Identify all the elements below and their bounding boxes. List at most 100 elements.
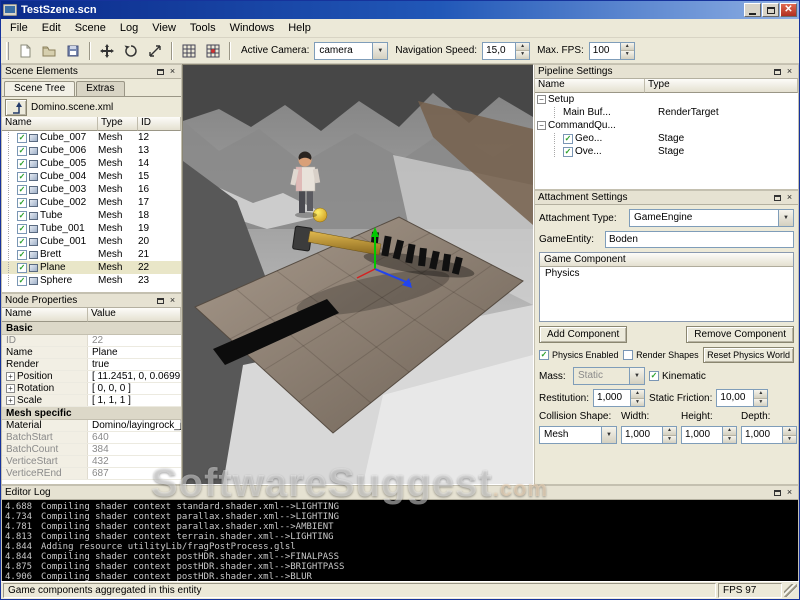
dock-close-button[interactable]: × (167, 295, 178, 306)
maximize-button[interactable] (762, 3, 779, 17)
property-value[interactable]: Domino/layingrock_jp... (88, 420, 181, 431)
scene-tree-row[interactable]: ✓Cube_002Mesh17 (2, 196, 181, 209)
attachment-settings-titlebar[interactable]: Attachment Settings × (535, 191, 798, 205)
property-row[interactable]: BatchCount384 (2, 444, 181, 456)
scale-tool-button[interactable] (144, 41, 166, 61)
spin-up-icon[interactable]: ▲ (621, 43, 634, 52)
node-properties-titlebar[interactable]: Node Properties × (2, 294, 181, 308)
property-value[interactable]: 640 (88, 432, 181, 443)
go-to-parent-button[interactable] (5, 99, 27, 116)
expand-icon[interactable]: + (6, 396, 15, 405)
dock-float-button[interactable] (155, 295, 166, 306)
tab-scene-tree[interactable]: Scene Tree (4, 81, 75, 96)
pipeline-settings-titlebar[interactable]: Pipeline Settings × (535, 65, 798, 79)
physics-enabled-checkbox[interactable]: ✓ (539, 350, 549, 360)
editor-log-titlebar[interactable]: Editor Log × (2, 486, 798, 500)
remove-component-button[interactable]: Remove Component (686, 326, 794, 343)
tab-extras[interactable]: Extras (76, 81, 124, 96)
menu-edit[interactable]: Edit (35, 20, 68, 36)
new-file-button[interactable] (14, 41, 36, 61)
collapse-icon[interactable]: − (537, 95, 546, 104)
column-header-name[interactable]: Name (2, 308, 88, 322)
column-header-value[interactable]: Value (88, 308, 181, 322)
game-entity-field[interactable]: Boden (605, 231, 794, 248)
menu-file[interactable]: File (3, 20, 35, 36)
width-spinner[interactable]: 1,000▲▼ (621, 426, 677, 444)
stage-checkbox[interactable]: ✓ (563, 147, 573, 157)
scene-tree-row[interactable]: ✓Cube_007Mesh12 (2, 131, 181, 144)
property-value[interactable]: 687 (88, 468, 181, 479)
static-friction-spinner[interactable]: 10,00▲▼ (716, 389, 768, 407)
minimize-button[interactable] (744, 3, 761, 17)
scene-tree-row[interactable]: ✓Cube_003Mesh16 (2, 183, 181, 196)
property-group-header[interactable]: Basic (2, 322, 181, 335)
visibility-checkbox[interactable]: ✓ (17, 185, 27, 195)
pipeline-row[interactable]: Main Buf...RenderTarget (535, 106, 798, 119)
spin-down-icon[interactable]: ▼ (516, 51, 529, 59)
property-row[interactable]: +Position[ 11.2451, 0, 0.0699... (2, 371, 181, 383)
dock-float-button[interactable] (772, 66, 783, 77)
scene-tree-row[interactable]: ✓Cube_005Mesh14 (2, 157, 181, 170)
menu-windows[interactable]: Windows (223, 20, 282, 36)
menu-log[interactable]: Log (113, 20, 145, 36)
reset-physics-world-button[interactable]: Reset Physics World (703, 347, 794, 363)
property-row[interactable]: ID22 (2, 335, 181, 347)
spin-down-icon[interactable]: ▼ (631, 399, 644, 407)
dock-close-button[interactable]: × (784, 192, 795, 203)
spin-down-icon[interactable]: ▼ (621, 51, 634, 59)
property-row[interactable]: NamePlane (2, 347, 181, 359)
max-fps-spinner[interactable]: 100▲▼ (589, 42, 635, 60)
spin-down-icon[interactable]: ▼ (754, 399, 767, 407)
property-value[interactable]: 432 (88, 456, 181, 467)
column-header-type[interactable]: Type (98, 117, 138, 131)
visibility-checkbox[interactable]: ✓ (17, 146, 27, 156)
pipeline-row[interactable]: ✓Ove...Stage (535, 145, 798, 158)
kinematic-toggle[interactable]: ✓Kinematic (649, 371, 706, 382)
visibility-checkbox[interactable]: ✓ (17, 250, 27, 260)
spin-up-icon[interactable]: ▲ (723, 427, 736, 436)
open-file-button[interactable] (38, 41, 60, 61)
move-tool-button[interactable] (96, 41, 118, 61)
log-console[interactable]: 4.688Compiling shader context standard.s… (2, 500, 798, 582)
viewport-3d[interactable] (182, 64, 534, 485)
scene-tree-row[interactable]: ✓PlaneMesh22 (2, 261, 181, 274)
scene-tree-row[interactable]: ✓Cube_006Mesh13 (2, 144, 181, 157)
pipeline-row[interactable]: −Setup (535, 93, 798, 106)
spin-up-icon[interactable]: ▲ (631, 390, 644, 399)
rotate-tool-button[interactable] (120, 41, 142, 61)
dock-float-button[interactable] (772, 487, 783, 498)
scene-tree-row[interactable]: ✓Cube_001Mesh20 (2, 235, 181, 248)
depth-spinner[interactable]: 1,000▲▼ (741, 426, 797, 444)
column-header-name[interactable]: Name (2, 117, 98, 131)
dock-close-button[interactable]: × (784, 66, 795, 77)
scene-tree-row[interactable]: ✓SphereMesh23 (2, 274, 181, 287)
menu-scene[interactable]: Scene (68, 20, 113, 36)
scene-tree-row[interactable]: ✓TubeMesh18 (2, 209, 181, 222)
scene-tree-row[interactable]: ✓Cube_004Mesh15 (2, 170, 181, 183)
property-value[interactable]: [ 1, 1, 1 ] (88, 395, 181, 406)
render-shapes-toggle[interactable]: Render Shapes (623, 350, 699, 360)
spin-down-icon[interactable]: ▼ (663, 436, 676, 444)
spin-up-icon[interactable]: ▲ (783, 427, 796, 436)
stage-checkbox[interactable]: ✓ (563, 134, 573, 144)
close-button[interactable]: ✕ (780, 3, 797, 17)
property-row[interactable]: Rendertrue (2, 359, 181, 371)
property-row[interactable]: +Rotation[ 0, 0, 0 ] (2, 383, 181, 395)
attachment-type-select[interactable]: GameEngine▼ (629, 209, 794, 227)
physics-enabled-toggle[interactable]: ✓Physics Enabled (539, 350, 619, 360)
nav-speed-spinner[interactable]: 15,0▲▼ (482, 42, 530, 60)
visibility-checkbox[interactable]: ✓ (17, 172, 27, 182)
visibility-checkbox[interactable]: ✓ (17, 237, 27, 247)
property-value[interactable]: 22 (88, 335, 181, 346)
render-shapes-checkbox[interactable] (623, 350, 633, 360)
property-value[interactable]: Plane (88, 347, 181, 358)
dock-close-button[interactable]: × (784, 487, 795, 498)
expand-icon[interactable]: + (6, 372, 15, 381)
save-button[interactable] (62, 41, 84, 61)
dock-float-button[interactable] (155, 66, 166, 77)
spin-down-icon[interactable]: ▼ (723, 436, 736, 444)
game-component-list[interactable]: Game Component Physics (539, 252, 794, 322)
spin-up-icon[interactable]: ▲ (754, 390, 767, 399)
spin-down-icon[interactable]: ▼ (783, 436, 796, 444)
title-bar[interactable]: TestSzene.scn ✕ (1, 1, 799, 19)
